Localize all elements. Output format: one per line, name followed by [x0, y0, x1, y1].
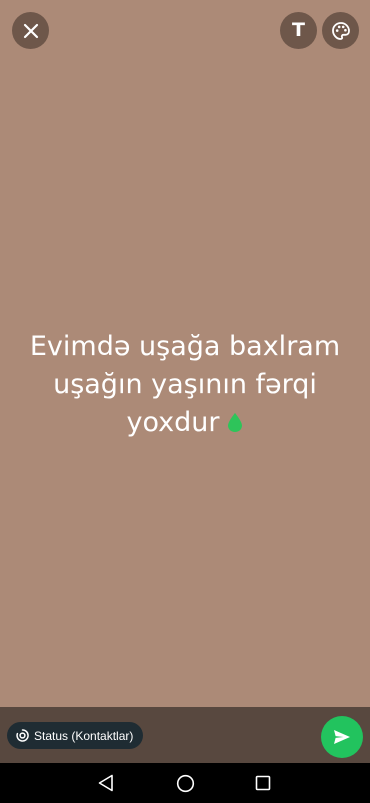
status-text-line: uşağın yaşının fərqi [53, 369, 317, 400]
text-tool-label: T [292, 19, 305, 41]
green-droplet-icon [227, 413, 242, 432]
text-tool-button[interactable]: T [280, 12, 317, 49]
nav-recents-button[interactable] [253, 773, 273, 793]
status-text[interactable]: Evimdə uşağa baxlram uşağın yaşının fərq… [0, 328, 370, 442]
close-button[interactable] [12, 12, 49, 49]
status-text-line: Evimdə uşağa baxlram [29, 331, 341, 362]
color-palette-button[interactable] [322, 12, 359, 49]
status-composer-screen: T Evimdə uşağa baxlram uşağın yaşının fə… [0, 0, 370, 803]
status-text-line: yoxdur [126, 407, 220, 438]
status-ring-icon [16, 729, 29, 742]
status-audience-label: Status (Kontaktlar) [34, 728, 134, 743]
send-icon [334, 730, 350, 744]
send-button[interactable] [321, 716, 363, 758]
system-navigation-bar [0, 763, 370, 803]
palette-icon [331, 21, 350, 40]
close-icon [23, 23, 38, 38]
bottom-bar: Status (Kontaktlar) [0, 707, 370, 763]
nav-home-button[interactable] [175, 773, 195, 793]
nav-back-button[interactable] [96, 773, 116, 793]
recents-square-icon [255, 775, 271, 791]
back-triangle-icon [98, 774, 113, 792]
home-circle-icon [176, 774, 194, 792]
status-audience-chip[interactable]: Status (Kontaktlar) [7, 722, 144, 749]
